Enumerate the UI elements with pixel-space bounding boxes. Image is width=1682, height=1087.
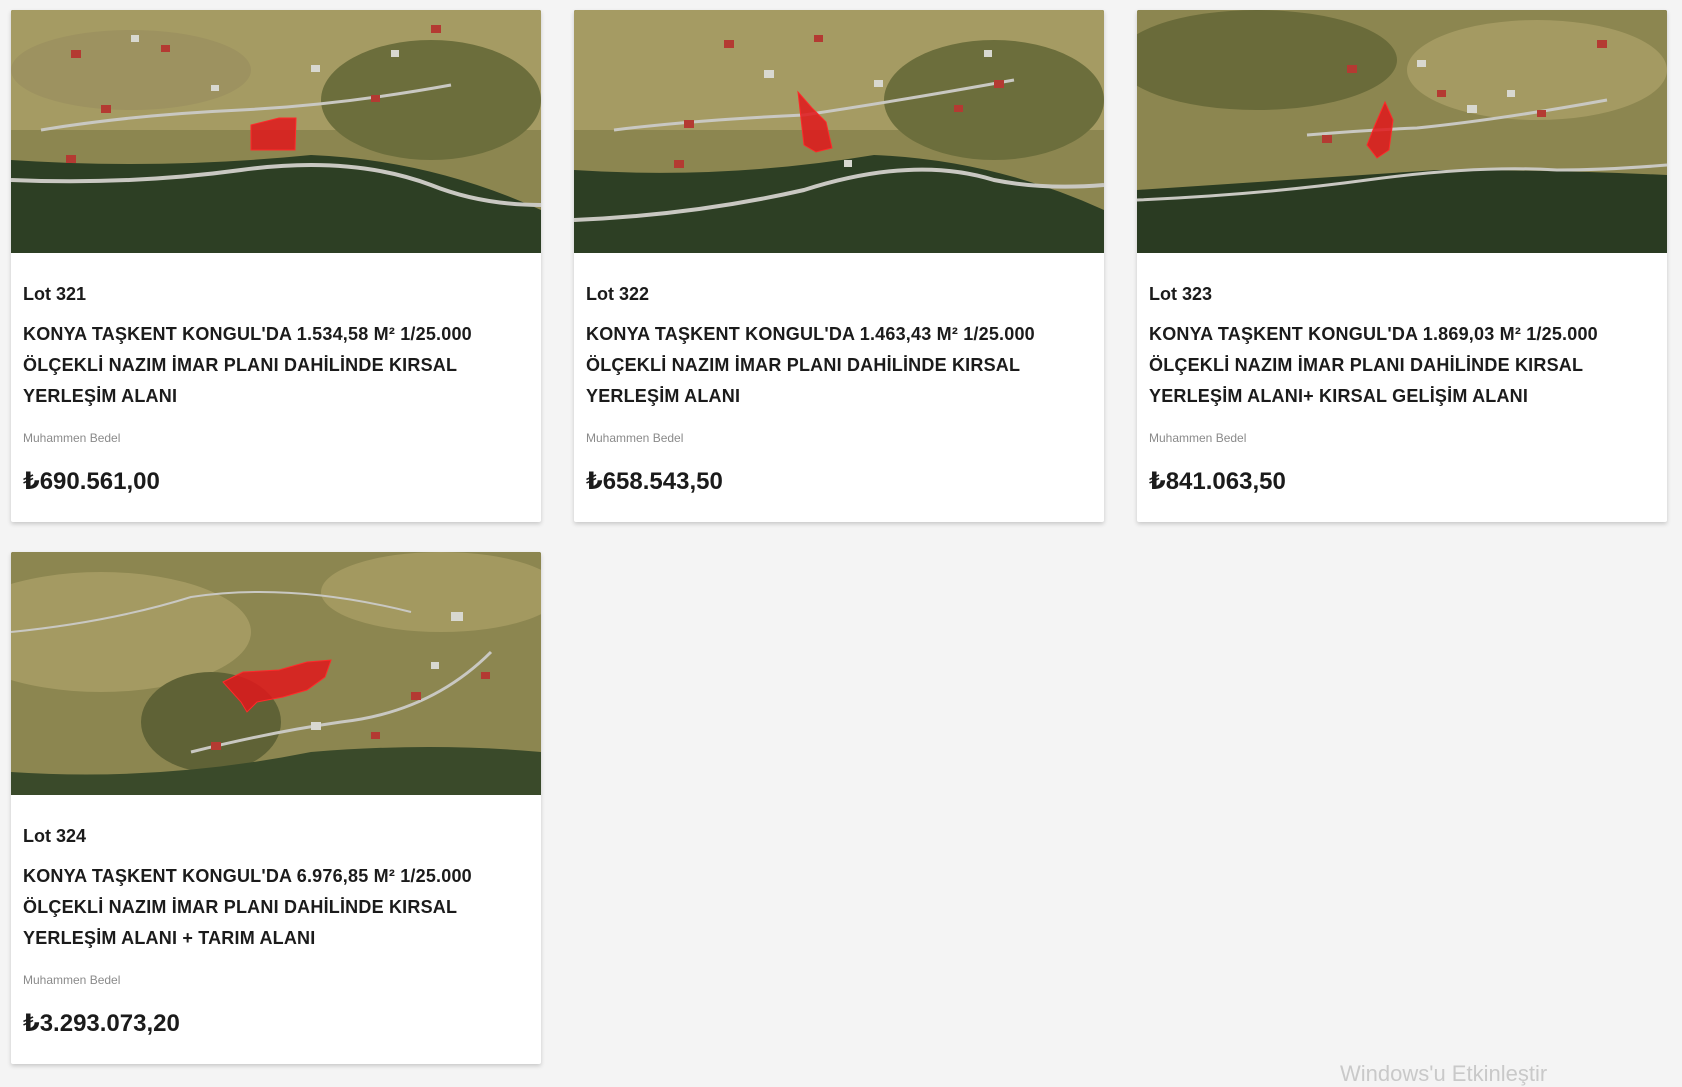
lot-title[interactable]: KONYA TAŞKENT KONGUL'DA 1.463,43 M² 1/25… bbox=[586, 319, 1092, 412]
lot-number: Lot 323 bbox=[1149, 284, 1213, 304]
price-label: Muhammen Bedel bbox=[23, 973, 121, 987]
lot-card[interactable]: Lot 323 KONYA TAŞKENT KONGUL'DA 1.869,03… bbox=[1137, 10, 1667, 522]
lot-title[interactable]: KONYA TAŞKENT KONGUL'DA 6.976,85 M² 1/25… bbox=[23, 861, 529, 954]
price-value: ₺3.293.073,20 bbox=[23, 1010, 180, 1037]
price-value: ₺658.543,50 bbox=[586, 468, 723, 495]
lot-title[interactable]: KONYA TAŞKENT KONGUL'DA 1.534,58 M² 1/25… bbox=[23, 319, 529, 412]
lot-number: Lot 324 bbox=[23, 826, 87, 846]
satellite-map-image[interactable] bbox=[11, 10, 541, 253]
satellite-map-image[interactable] bbox=[1137, 10, 1667, 253]
price-value: ₺841.063,50 bbox=[1149, 468, 1286, 495]
lot-card[interactable]: Lot 321 KONYA TAŞKENT KONGUL'DA 1.534,58… bbox=[11, 10, 541, 522]
price-value: ₺690.561,00 bbox=[23, 468, 160, 495]
price-label: Muhammen Bedel bbox=[23, 431, 121, 445]
windows-activation-watermark: Windows'u Etkinleştir bbox=[1340, 1061, 1548, 1086]
price-label: Muhammen Bedel bbox=[1149, 431, 1247, 445]
price-label: Muhammen Bedel bbox=[586, 431, 684, 445]
lot-number: Lot 322 bbox=[586, 284, 650, 304]
lot-title[interactable]: KONYA TAŞKENT KONGUL'DA 1.869,03 M² 1/25… bbox=[1149, 319, 1655, 412]
lot-number: Lot 321 bbox=[23, 284, 87, 304]
satellite-map-image[interactable] bbox=[11, 552, 541, 795]
lot-card[interactable]: Lot 324 KONYA TAŞKENT KONGUL'DA 6.976,85… bbox=[11, 552, 541, 1064]
lot-card[interactable]: Lot 322 KONYA TAŞKENT KONGUL'DA 1.463,43… bbox=[574, 10, 1104, 522]
lot-grid: Lot 321 KONYA TAŞKENT KONGUL'DA 1.534,58… bbox=[11, 10, 1671, 1064]
satellite-map-image[interactable] bbox=[574, 10, 1104, 253]
